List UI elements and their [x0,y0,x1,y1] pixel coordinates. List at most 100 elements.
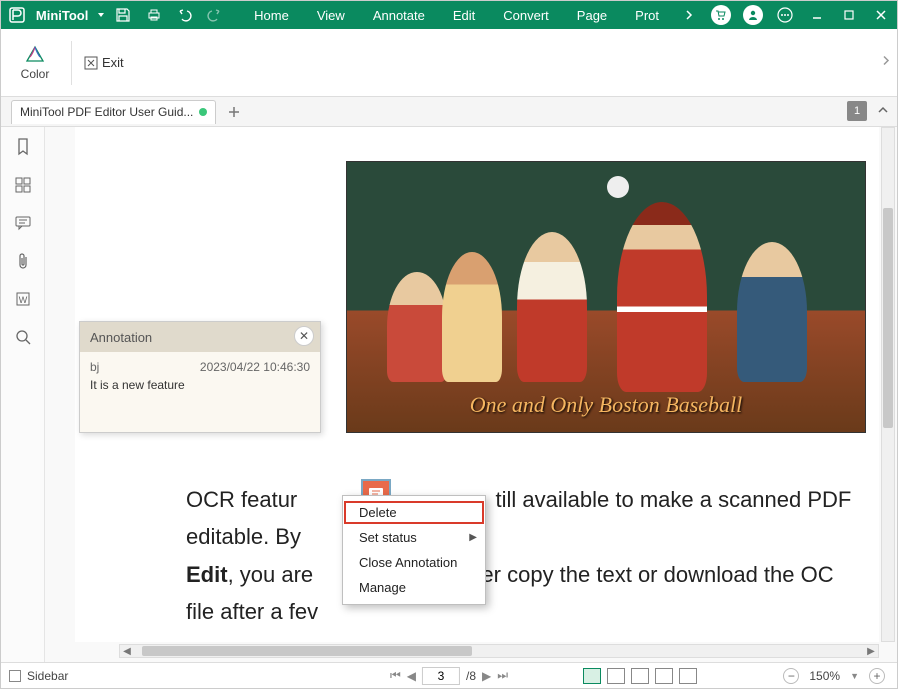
menu-overflow-icon[interactable] [673,1,705,29]
submenu-arrow-icon: ▶ [469,532,477,543]
annotation-body: bj 2023/04/22 10:46:30 It is a new featu… [80,352,320,432]
feedback-button[interactable] [769,1,801,29]
view-continuous-icon[interactable] [607,668,625,684]
tab-title: MiniTool PDF Editor User Guid... [20,105,193,119]
menu-label: Set status [359,530,417,545]
attachments-icon[interactable] [13,251,33,271]
next-page-icon[interactable]: ▶ [482,669,491,683]
context-item-delete[interactable]: Delete [343,500,485,525]
view-single-icon[interactable] [583,668,601,684]
menu-view[interactable]: View [303,1,359,29]
view-two-cont-icon[interactable] [655,668,673,684]
menu-protect[interactable]: Prot [621,1,673,29]
brand-dropdown[interactable] [94,11,107,19]
color-swatch-icon [23,45,47,63]
menu-label: Delete [359,505,397,520]
prev-page-icon[interactable]: ◀ [407,669,416,683]
exit-label: Exit [102,55,124,70]
unsaved-dot-icon [199,108,207,116]
ribbon: Color Exit [1,29,897,97]
save-icon[interactable] [108,1,139,29]
checkbox-icon[interactable] [9,670,21,682]
menu-edit[interactable]: Edit [439,1,489,29]
comments-icon[interactable] [13,213,33,233]
view-modes [583,668,697,684]
person-graphic [442,252,502,382]
menu-home[interactable]: Home [240,1,303,29]
baseball-graphic [607,176,629,198]
last-page-icon[interactable]: ⏭ [497,668,508,683]
app-brand: MiniTool [30,8,94,23]
context-item-close-annotation[interactable]: Close Annotation [343,550,485,575]
zoom-dropdown-icon[interactable]: ▼ [850,671,859,681]
zoom-in-button[interactable]: + [869,668,885,684]
color-label: Color [21,67,50,81]
minimize-button[interactable] [801,1,833,29]
text-fragment: file after a fev [186,599,318,624]
collapse-tabs-icon[interactable] [877,103,889,121]
svg-text:W: W [18,295,27,305]
scroll-thumb[interactable] [142,646,472,656]
exit-button[interactable]: Exit [84,55,124,70]
text-fragment-bold: Edit [186,562,228,587]
annotation-close-icon[interactable]: ✕ [294,326,314,346]
document-image[interactable]: One and Only Boston Baseball [346,161,866,433]
page-nav: ⏮ ◀ /8 ▶ ⏭ [390,667,508,685]
print-icon[interactable] [138,1,169,29]
thumbnails-icon[interactable] [13,175,33,195]
menu-page[interactable]: Page [563,1,621,29]
search-icon[interactable] [13,327,33,347]
scroll-thumb[interactable] [883,208,893,428]
titlebar: MiniTool Home View Annotate Edit Convert… [1,1,897,29]
bookmark-icon[interactable] [13,137,33,157]
page-total: /8 [466,669,476,683]
zoom-out-button[interactable]: − [783,668,799,684]
person-graphic [617,202,707,392]
menu-label: Manage [359,580,406,595]
titlebar-right [673,1,897,29]
view-two-page-icon[interactable] [631,668,649,684]
page-indicator: 1 [847,101,867,121]
sidebar-toggle[interactable]: Sidebar [1,669,68,683]
context-item-manage[interactable]: Manage [343,575,485,600]
tab-active[interactable]: MiniTool PDF Editor User Guid... [11,100,216,124]
color-tool[interactable]: Color [11,45,59,81]
annotation-popup: Annotation ✕ bj 2023/04/22 10:46:30 It i… [79,321,321,433]
text-fragment: OCR featur [186,487,297,512]
zoom-level: 150% [809,669,840,683]
ribbon-expand-icon[interactable] [881,53,891,72]
person-graphic [517,232,587,382]
document-tabs: MiniTool PDF Editor User Guid... 1 [1,97,897,127]
zoom-controls: − 150% ▼ + [783,668,885,684]
scroll-left-icon[interactable]: ◀ [120,645,134,657]
first-page-icon[interactable]: ⏮ [390,668,401,683]
cart-button[interactable] [705,1,737,29]
menu-annotate[interactable]: Annotate [359,1,439,29]
scroll-right-icon[interactable]: ▶ [864,645,878,657]
annotation-header[interactable]: Annotation ✕ [80,322,320,352]
main-menu: Home View Annotate Edit Convert Page Pro… [240,1,673,29]
maximize-button[interactable] [833,1,865,29]
annotation-author: bj [90,360,99,374]
document-text[interactable]: OCR featur till available to make a scan… [186,481,877,631]
context-item-set-status[interactable]: Set status ▶ [343,525,485,550]
image-caption: One and Only Boston Baseball [470,392,743,418]
vertical-scrollbar[interactable] [881,127,895,642]
redo-icon[interactable] [200,1,231,29]
menu-convert[interactable]: Convert [489,1,563,29]
app-logo[interactable] [5,2,30,28]
context-menu: Delete Set status ▶ Close Annotation Mana… [342,495,486,605]
undo-icon[interactable] [169,1,200,29]
horizontal-scrollbar[interactable]: ◀ ▶ [119,644,879,658]
annotation-timestamp: 2023/04/22 10:46:30 [200,360,310,374]
text-fragment: er copy the text or download the OC [481,562,833,587]
view-reflow-icon[interactable] [679,668,697,684]
word-export-icon[interactable]: W [13,289,33,309]
annotation-title: Annotation [90,330,152,345]
page-input[interactable] [422,667,460,685]
account-button[interactable] [737,1,769,29]
new-tab-button[interactable] [222,100,246,124]
close-button[interactable] [865,1,897,29]
menu-label: Close Annotation [359,555,457,570]
annotation-content[interactable]: It is a new feature [90,378,310,392]
